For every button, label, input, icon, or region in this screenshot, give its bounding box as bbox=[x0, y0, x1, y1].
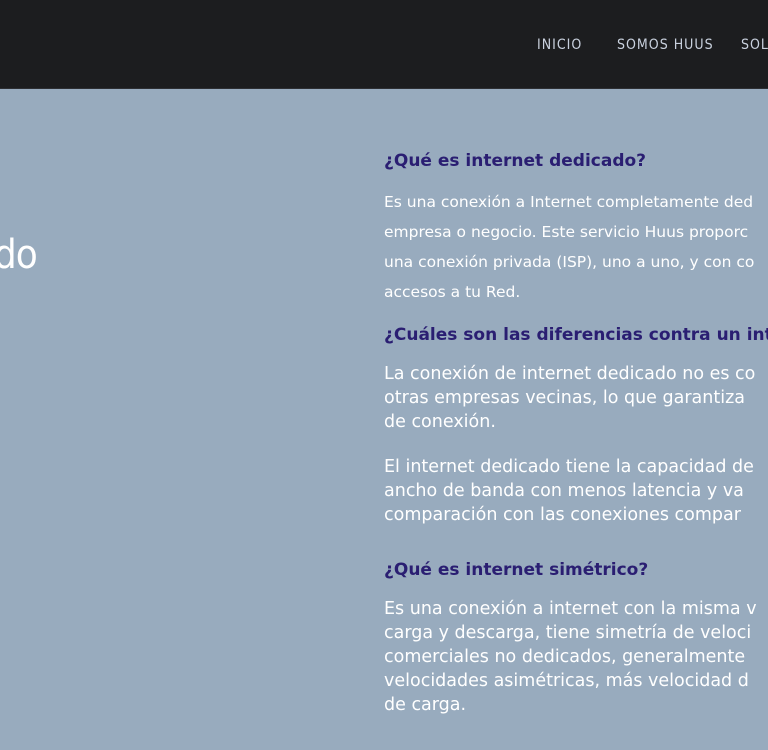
faq-answer-1-line-1: Es una conexión a Internet completamente… bbox=[384, 193, 754, 211]
faq-answer-2b-line-2: ancho de banda con menos latencia y va bbox=[384, 481, 744, 501]
faq-answer-2-line-3: de conexión. bbox=[384, 412, 496, 432]
main-nav: INICIO SOMOS HUUS SOLU bbox=[0, 34, 768, 56]
faq-answer-3-line-1: Es una conexión a internet con la misma … bbox=[384, 599, 757, 619]
faq-answer-3-line-5: de carga. bbox=[384, 695, 467, 715]
faq-answer-3-line-3: comerciales no dedicados, generalmente bbox=[384, 647, 746, 667]
faq-question-1: ¿Qué es internet dedicado? bbox=[384, 151, 647, 171]
faq-answer-1-line-4: accesos a tu Red. bbox=[384, 283, 521, 301]
page-title: edicado bbox=[0, 232, 38, 278]
faq-question-3: ¿Qué es internet simétrico? bbox=[384, 560, 649, 580]
faq-answer-2-line-2: otras empresas vecinas, lo que garantiza bbox=[384, 388, 745, 408]
faq-answer-3-line-2: carga y descarga, tiene simetría de velo… bbox=[384, 623, 752, 643]
nav-item-soluciones[interactable]: SOLU bbox=[741, 34, 768, 56]
faq-question-2: ¿Cuáles son las diferencias contra un in… bbox=[384, 325, 768, 345]
main-section: edicado ¿Qué es internet dedicado? Es un… bbox=[0, 89, 768, 750]
faq-answer-2-line-1: La conexión de internet dedicado no es c… bbox=[384, 364, 756, 384]
nav-item-inicio[interactable]: INICIO bbox=[537, 34, 582, 56]
nav-item-somos-huus[interactable]: SOMOS HUUS bbox=[617, 34, 714, 56]
faq-answer-3-line-4: velocidades asimétricas, más velocidad d bbox=[384, 671, 749, 691]
faq-answer-1-line-2: empresa o negocio. Este servicio Huus pr… bbox=[384, 223, 749, 241]
faq-answer-1-line-3: una conexión privada (ISP), uno a uno, y… bbox=[384, 253, 755, 271]
faq-answer-2b-line-1: El internet dedicado tiene la capacidad … bbox=[384, 457, 754, 477]
faq-answer-2b-line-3: comparación con las conexiones compar bbox=[384, 505, 741, 525]
top-navigation-bar: INICIO SOMOS HUUS SOLU bbox=[0, 0, 768, 89]
